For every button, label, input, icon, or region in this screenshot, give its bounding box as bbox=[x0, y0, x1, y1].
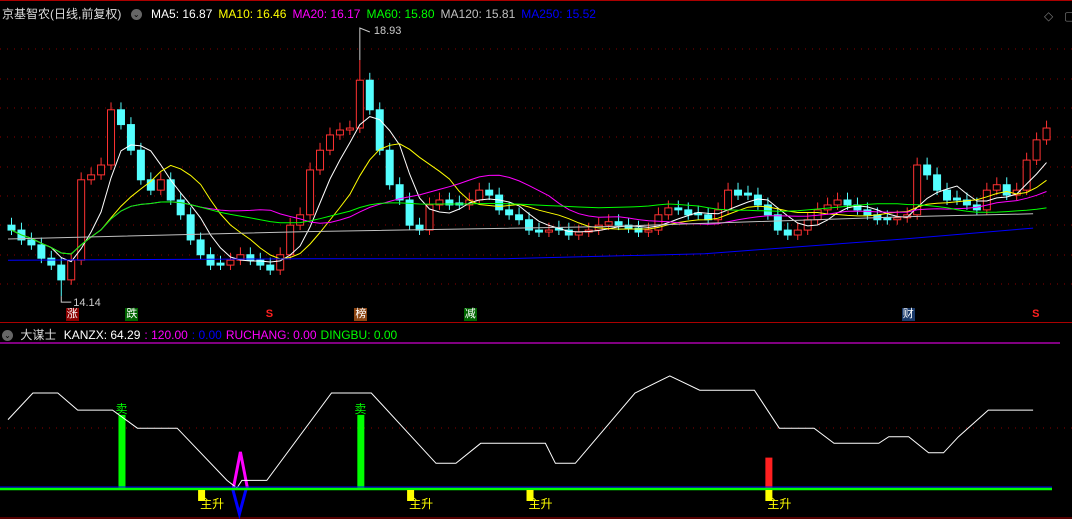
candle-body bbox=[773, 214, 782, 231]
candle-body bbox=[843, 199, 852, 206]
candle-body bbox=[87, 174, 96, 181]
candle-body bbox=[893, 217, 902, 221]
candle-body bbox=[97, 164, 106, 176]
candle-body bbox=[316, 149, 325, 171]
candle-body bbox=[286, 224, 295, 256]
candle-body bbox=[136, 149, 145, 181]
candle-body bbox=[644, 229, 653, 233]
ma-label: MA5: 16.87 bbox=[151, 7, 213, 21]
ma-label: MA60: 15.80 bbox=[366, 7, 435, 21]
window-icon[interactable]: ▢ bbox=[1064, 9, 1072, 23]
high-pointer bbox=[359, 27, 371, 60]
candle-body bbox=[47, 257, 56, 266]
signal-marker[interactable]: 减 bbox=[463, 308, 477, 321]
candle-body bbox=[923, 164, 932, 176]
candle-body bbox=[614, 221, 623, 226]
candle-body bbox=[783, 229, 792, 236]
candle-body bbox=[1002, 184, 1011, 196]
candle-body bbox=[604, 221, 613, 226]
candle-body bbox=[684, 209, 693, 216]
candle-body bbox=[7, 224, 16, 231]
candle-body bbox=[743, 192, 752, 196]
candle-body bbox=[276, 254, 285, 271]
signal-marker[interactable]: S bbox=[1031, 308, 1040, 321]
low-pointer bbox=[60, 296, 72, 303]
candle-body bbox=[355, 79, 364, 129]
candle-body bbox=[335, 129, 344, 136]
candle-body bbox=[952, 197, 961, 201]
chart-header: 京基智农(日线,前复权) ⌄ MA5: 16.87 MA10: 16.46 MA20… bbox=[2, 5, 608, 22]
sell-label: 卖 bbox=[354, 402, 366, 416]
rise-label: 主升 bbox=[767, 497, 791, 511]
candle-body bbox=[266, 264, 275, 271]
kanzx-line bbox=[7, 375, 1034, 489]
candle-body bbox=[863, 209, 872, 216]
candle-body bbox=[27, 239, 36, 246]
signal-marker[interactable]: 财 bbox=[901, 308, 915, 321]
ma10-line bbox=[11, 143, 1047, 260]
candle-body bbox=[1022, 159, 1031, 191]
candle-body bbox=[156, 179, 165, 191]
candle-body bbox=[495, 194, 504, 211]
candle-body bbox=[1032, 139, 1041, 161]
ma-label: MA20: 16.17 bbox=[292, 7, 361, 21]
stock-title[interactable]: 京基智农(日线,前复权) bbox=[2, 7, 121, 21]
candle-body bbox=[883, 217, 892, 221]
signal-marker[interactable]: 榜 bbox=[354, 308, 368, 321]
rise-label: 主升 bbox=[529, 497, 553, 511]
candle-body bbox=[306, 169, 315, 216]
red-bar bbox=[765, 457, 773, 488]
candle-body bbox=[375, 109, 384, 151]
ma-label: MA120: 15.81 bbox=[440, 7, 516, 21]
candle-body bbox=[734, 189, 743, 196]
candle-body bbox=[664, 207, 673, 216]
candle-body bbox=[724, 189, 733, 211]
ma-label: MA250: 15.52 bbox=[521, 7, 596, 21]
diamond-icon[interactable]: ◇ bbox=[1044, 9, 1053, 23]
ma-label: MA10: 16.46 bbox=[218, 7, 287, 21]
candle-body bbox=[574, 231, 583, 236]
candle-body bbox=[793, 229, 802, 236]
candle-body bbox=[196, 239, 205, 256]
candle-body bbox=[385, 149, 394, 186]
candle-body bbox=[505, 209, 514, 216]
high-price-label: 18.93 bbox=[374, 25, 402, 37]
candle-body bbox=[186, 214, 195, 241]
candle-body bbox=[485, 189, 494, 196]
rise-label: 主升 bbox=[409, 497, 433, 511]
candle-body bbox=[674, 207, 683, 211]
candle-body bbox=[534, 229, 543, 233]
candle-body bbox=[515, 214, 524, 221]
candle-body bbox=[116, 109, 125, 126]
candle-body bbox=[37, 244, 46, 259]
sell-bar bbox=[118, 414, 126, 488]
signal-marker[interactable]: S bbox=[265, 308, 274, 321]
candle-body bbox=[525, 219, 534, 231]
candle-body bbox=[544, 229, 553, 233]
indicator-chart: 卖卖主升 主升 主升 主升 bbox=[0, 342, 1072, 519]
candlestick-chart: 18.9314.14 bbox=[0, 25, 1072, 309]
candle-body bbox=[345, 127, 354, 131]
candle-body bbox=[475, 189, 484, 201]
signal-marker[interactable]: 跌 bbox=[125, 308, 139, 321]
blue-v-spike bbox=[230, 487, 248, 519]
candle-body bbox=[325, 134, 334, 151]
rise-label: 主升 bbox=[200, 497, 224, 511]
candle-body bbox=[365, 79, 374, 111]
candle-body bbox=[67, 259, 76, 281]
candle-body bbox=[943, 189, 952, 201]
sell-bar bbox=[357, 414, 365, 488]
chevron-down-icon[interactable]: ⌄ bbox=[130, 9, 142, 21]
panel-divider bbox=[0, 322, 1072, 323]
signal-marker[interactable]: 涨 bbox=[65, 308, 79, 321]
candle-body bbox=[933, 174, 942, 191]
candle-body bbox=[57, 264, 66, 281]
candle-body bbox=[992, 184, 1001, 191]
candle-body bbox=[833, 199, 842, 206]
candle-body bbox=[226, 259, 235, 266]
candle-body bbox=[1042, 127, 1051, 141]
candle-body bbox=[216, 262, 225, 266]
candle-body bbox=[206, 254, 215, 266]
candle-body bbox=[107, 109, 116, 166]
